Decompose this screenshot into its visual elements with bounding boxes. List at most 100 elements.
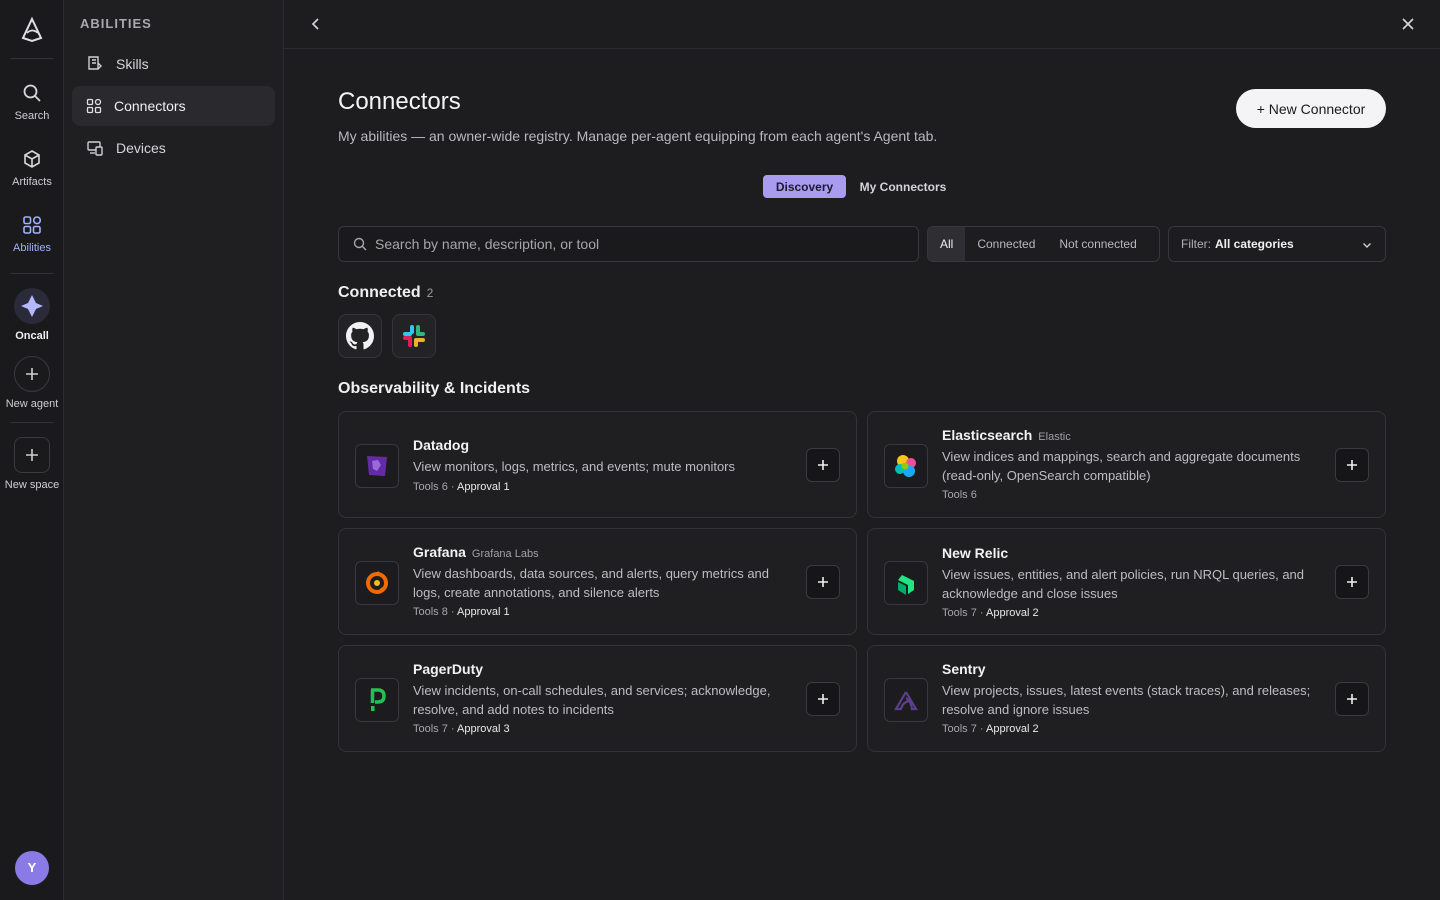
github-icon[interactable] — [338, 314, 382, 358]
section-title-text: Connected — [338, 284, 421, 301]
search-field[interactable] — [338, 226, 919, 262]
connector-meta: Tools 6 · Approval 1 — [413, 481, 793, 493]
rail-label: Artifacts — [12, 176, 52, 188]
tools-count: Tools 6 — [942, 489, 977, 501]
tab-not-connected[interactable]: Not connected — [1047, 227, 1148, 261]
plus-icon — [14, 356, 50, 392]
tab-all[interactable]: All — [928, 227, 966, 261]
add-connector-button[interactable] — [1335, 682, 1369, 716]
plus-icon — [818, 577, 828, 587]
connector-meta: Tools 7 · Approval 3 — [413, 723, 793, 735]
elasticsearch-icon — [884, 444, 928, 488]
connector-card-grafana[interactable]: Grafana Grafana Labs View dashboards, dat… — [338, 528, 857, 635]
close-icon[interactable] — [1398, 14, 1418, 34]
abilities-sidebar: ABILITIES Skills Connectors Devices — [64, 0, 284, 900]
plus-icon — [1347, 694, 1357, 704]
grid-icon — [23, 216, 42, 234]
sidebar-item-label: Connectors — [114, 98, 186, 114]
connected-count: 2 — [426, 286, 434, 300]
cube-icon — [24, 150, 40, 168]
card-body: Grafana Grafana Labs View dashboards, dat… — [413, 544, 793, 618]
agent-icon — [14, 288, 50, 324]
devices-icon — [87, 141, 103, 156]
tools-count: Tools 6 · — [413, 480, 458, 493]
connector-card-datadog[interactable]: Datadog View monitors, logs, metrics, an… — [338, 411, 857, 518]
connector-name: Grafana — [413, 544, 466, 560]
rail-divider — [10, 422, 54, 423]
grid-icon — [86, 98, 102, 114]
connector-card-pagerduty[interactable]: PagerDuty View incidents, on-call schedu… — [338, 645, 857, 752]
tab-my-connectors[interactable]: My Connectors — [850, 175, 956, 198]
add-connector-button[interactable] — [806, 565, 840, 599]
connector-name: New Relic — [942, 545, 1009, 561]
page-title: Connectors — [338, 88, 461, 115]
skills-icon — [88, 56, 102, 70]
filter-label: Filter: — [1181, 237, 1211, 251]
tools-count: Tools 8 · — [413, 606, 458, 618]
rail-label: New agent — [5, 398, 59, 410]
sidebar-item-connectors[interactable]: Connectors — [72, 86, 275, 126]
slack-icon[interactable] — [392, 314, 436, 358]
rail-item-abilities[interactable]: Abilities — [0, 214, 64, 254]
add-connector-button[interactable] — [806, 682, 840, 716]
connector-card-sentry[interactable]: Sentry View projects, issues, latest eve… — [867, 645, 1386, 752]
connector-description: View dashboards, data sources, and alert… — [413, 566, 770, 600]
approval-count: Approval 2 — [986, 723, 1039, 735]
sidebar-item-devices[interactable]: Devices — [72, 128, 275, 168]
approval-count: Approval 3 — [457, 723, 510, 735]
status-filter-tabs: All Connected Not connected — [927, 226, 1160, 262]
sidebar-item-label: Devices — [116, 140, 166, 156]
top-bar — [284, 0, 1440, 49]
connected-section-title: Connected 2 — [338, 284, 433, 302]
rail-label: New space — [4, 479, 60, 491]
rail-item-new-agent[interactable]: New agent — [0, 356, 64, 410]
add-connector-button[interactable] — [806, 448, 840, 482]
connector-description: View issues, entities, and alert policie… — [942, 567, 1305, 601]
add-connector-button[interactable] — [1335, 565, 1369, 599]
connector-vendor: Elastic — [1038, 431, 1071, 443]
page-subtitle: My abilities — an owner-wide registry. M… — [338, 128, 938, 144]
sidebar-item-label: Skills — [116, 56, 149, 72]
rail-item-new-space[interactable]: New space — [0, 437, 64, 491]
connector-meta: Tools 8 · Approval 1 — [413, 606, 793, 618]
main-panel: Connectors My abilities — an owner-wide … — [284, 0, 1440, 900]
connector-name: Sentry — [942, 661, 986, 677]
sidebar-item-skills[interactable]: Skills — [72, 44, 275, 84]
search-input[interactable] — [375, 236, 895, 252]
chevron-left-icon[interactable] — [306, 14, 326, 34]
tab-discovery[interactable]: Discovery — [763, 175, 846, 198]
card-body: Datadog View monitors, logs, metrics, an… — [413, 437, 793, 493]
connector-description: View monitors, logs, metrics, and events… — [413, 459, 735, 474]
connector-meta: Tools 6 — [942, 489, 1327, 501]
connector-card-elasticsearch[interactable]: Elasticsearch Elastic View indices and ma… — [867, 411, 1386, 518]
rail-item-artifacts[interactable]: Artifacts — [0, 148, 64, 188]
search-icon — [23, 84, 41, 102]
plus-icon — [818, 694, 828, 704]
tools-count: Tools 7 · — [942, 607, 987, 619]
tab-connected[interactable]: Connected — [965, 227, 1047, 261]
card-body: Elasticsearch Elastic View indices and ma… — [942, 427, 1327, 501]
datadog-icon — [355, 444, 399, 488]
newrelic-icon — [884, 561, 928, 605]
tools-count: Tools 7 · — [413, 723, 458, 735]
rail-item-oncall[interactable]: Oncall — [0, 288, 64, 342]
connector-description: View incidents, on-call schedules, and s… — [413, 683, 771, 717]
filter-value: All categories — [1215, 237, 1294, 251]
connector-name: Elasticsearch — [942, 427, 1033, 443]
category-filter-select[interactable]: Filter: All categories — [1168, 226, 1386, 262]
new-connector-button[interactable]: + New Connector — [1236, 89, 1386, 128]
user-avatar[interactable]: Y — [15, 851, 49, 885]
connector-vendor: Grafana Labs — [471, 548, 539, 560]
rail-label: Oncall — [15, 330, 49, 342]
chevron-down-icon — [1363, 243, 1371, 248]
sentry-icon — [884, 678, 928, 722]
app-rail: Search Artifacts Abilities Oncall New ag… — [0, 0, 64, 900]
rail-label: Search — [14, 110, 50, 122]
card-body: New Relic View issues, entities, and ale… — [942, 545, 1327, 619]
rail-item-search[interactable]: Search — [0, 82, 64, 122]
plus-icon — [1347, 577, 1357, 587]
connector-card-new-relic[interactable]: New Relic View issues, entities, and ale… — [867, 528, 1386, 635]
app-logo-icon[interactable] — [18, 16, 46, 44]
add-connector-button[interactable] — [1335, 448, 1369, 482]
rail-label: Abilities — [13, 242, 51, 254]
